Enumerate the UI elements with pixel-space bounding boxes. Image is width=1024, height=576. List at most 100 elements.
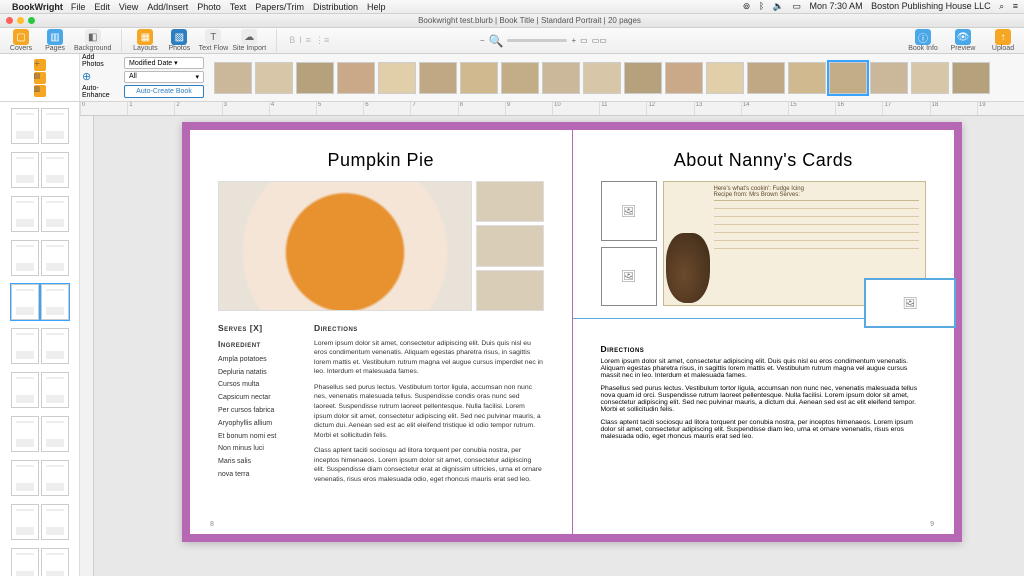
battery-icon[interactable]: ▭	[793, 1, 802, 11]
covers-button[interactable]: ▢Covers	[6, 29, 36, 52]
right-page[interactable]: About Nanny's Cards 🖼 🖼 Here's what's co…	[573, 130, 955, 534]
list-icon[interactable]: ⋮≡	[315, 35, 329, 46]
filter-select[interactable]: All▾	[124, 71, 204, 83]
photo-thumb[interactable]	[255, 62, 293, 94]
photos-button[interactable]: ▧Photos	[164, 29, 194, 52]
menu-help[interactable]: Help	[367, 2, 386, 12]
align-icon[interactable]: ≡	[306, 35, 311, 46]
serves-heading[interactable]: Serves [X]	[218, 323, 298, 335]
bluetooth-icon[interactable]: ᛒ	[759, 1, 764, 11]
image-slot-2[interactable]: 🖼	[601, 247, 657, 307]
menu-distribution[interactable]: Distribution	[313, 2, 358, 12]
photo-thumb[interactable]	[870, 62, 908, 94]
photo-thumb[interactable]	[378, 62, 416, 94]
directions-heading-right[interactable]: Directions	[601, 344, 927, 354]
directions-heading-left[interactable]: Directions	[314, 323, 544, 335]
add-photos-plus[interactable]: ⊕	[82, 70, 118, 83]
page-spread[interactable]: Pumpkin Pie Serves [X] Ingredient	[182, 122, 962, 542]
menu-papers-trim[interactable]: Papers/Trim	[255, 2, 304, 12]
wifi-icon[interactable]: ⊚	[743, 1, 751, 11]
photo-thumb[interactable]	[665, 62, 703, 94]
user-company[interactable]: Boston Publishing House LLC	[871, 1, 991, 11]
side-photo-1[interactable]	[476, 181, 544, 222]
page-thumb[interactable]	[4, 548, 75, 576]
left-page[interactable]: Pumpkin Pie Serves [X] Ingredient	[190, 130, 572, 534]
photo-thumb[interactable]	[214, 62, 252, 94]
auto-create-book-button[interactable]: Auto-Create Book	[124, 85, 204, 98]
bold-icon[interactable]: B	[289, 35, 295, 46]
photo-thumb[interactable]	[460, 62, 498, 94]
menu-edit[interactable]: Edit	[94, 2, 110, 12]
notifications-icon[interactable]: ≡	[1013, 1, 1018, 11]
photo-strip[interactable]	[208, 54, 1024, 101]
minimize-window-button[interactable]	[17, 17, 24, 24]
page-thumb[interactable]	[4, 284, 75, 320]
ingredient-item[interactable]: Et bonum nomi est	[218, 432, 298, 442]
text-flow-button[interactable]: TText Flow	[198, 29, 228, 52]
volume-icon[interactable]: 🔈	[773, 1, 784, 11]
layout-toggle-1[interactable]: ▤	[34, 72, 46, 84]
menu-file[interactable]: File	[71, 2, 86, 12]
photo-thumb[interactable]	[419, 62, 457, 94]
add-page-button[interactable]: ＋	[34, 59, 46, 71]
menu-photo[interactable]: Photo	[197, 2, 221, 12]
ingredient-item[interactable]: Cursos multa	[218, 380, 298, 390]
page-thumb[interactable]	[4, 416, 75, 452]
page-thumb[interactable]	[4, 240, 75, 276]
selected-image-slot[interactable]: 🖼	[864, 278, 956, 328]
right-para-1[interactable]: Lorem ipsum dolor sit amet, consectetur …	[601, 358, 927, 379]
pumpkin-pie-photo[interactable]	[218, 181, 472, 311]
photo-thumb[interactable]	[542, 62, 580, 94]
image-slot-1[interactable]: 🖼	[601, 181, 657, 241]
photo-thumb[interactable]	[788, 62, 826, 94]
photo-thumb[interactable]	[747, 62, 785, 94]
ingredient-item[interactable]: Non minus luci	[218, 444, 298, 454]
layout-toggle-2[interactable]: ▥	[34, 85, 46, 97]
page-thumb[interactable]	[4, 152, 75, 188]
clock[interactable]: Mon 7:30 AM	[810, 1, 863, 11]
directions-para-1[interactable]: Lorem ipsum dolor sit amet, consectetur …	[314, 339, 544, 377]
page-thumb[interactable]	[4, 372, 75, 408]
layouts-button[interactable]: ▦Layouts	[130, 29, 160, 52]
upload-button[interactable]: ↑Upload	[988, 29, 1018, 52]
photo-thumb[interactable]	[583, 62, 621, 94]
page-thumb[interactable]	[4, 328, 75, 364]
ingredient-item[interactable]: Ampla potatoes	[218, 355, 298, 365]
pages-button[interactable]: ▥Pages	[40, 29, 70, 52]
zoom-window-button[interactable]	[28, 17, 35, 24]
ingredient-item[interactable]: Maris salis	[218, 457, 298, 467]
photo-thumb[interactable]	[296, 62, 334, 94]
menu-text[interactable]: Text	[230, 2, 247, 12]
right-para-3[interactable]: Class aptent taciti sociosqu ad litora t…	[601, 419, 927, 440]
book-info-button[interactable]: ⓘBook Info	[908, 29, 938, 52]
directions-para-3[interactable]: Class aptent taciti sociosqu ad litora t…	[314, 446, 544, 484]
ingredient-item[interactable]: Depluria natatis	[218, 368, 298, 378]
fit-page-icon[interactable]: ▭	[580, 36, 588, 45]
app-name[interactable]: BookWright	[12, 2, 63, 12]
canvas-area[interactable]: 012345678910111213141516171819 Pumpkin P…	[80, 102, 1024, 576]
menu-view[interactable]: View	[119, 2, 138, 12]
page-thumb[interactable]	[4, 196, 75, 232]
page-thumb[interactable]	[4, 460, 75, 496]
photo-thumb[interactable]	[337, 62, 375, 94]
zoom-control[interactable]: −🔍+ ▭ ▭▭	[480, 34, 607, 48]
directions-para-2[interactable]: Phasellus sed purus lectus. Vestibulum t…	[314, 383, 544, 440]
left-page-title[interactable]: Pumpkin Pie	[218, 150, 544, 171]
right-para-2[interactable]: Phasellus sed purus lectus. Vestibulum t…	[601, 385, 927, 413]
ingredient-item[interactable]: Per cursos fabrica	[218, 406, 298, 416]
page-thumbnails[interactable]	[0, 102, 80, 576]
photo-thumb[interactable]	[911, 62, 949, 94]
fit-spread-icon[interactable]: ▭▭	[592, 36, 607, 45]
ingredient-item[interactable]: nova terra	[218, 470, 298, 480]
sort-select[interactable]: Modified Date ▾	[124, 57, 204, 69]
photo-thumb[interactable]	[952, 62, 990, 94]
spotlight-icon[interactable]: ⌕	[999, 1, 1004, 11]
side-photo-3[interactable]	[476, 270, 544, 311]
ingredient-item[interactable]: Capsicum nectar	[218, 393, 298, 403]
ingredient-item[interactable]: Aryophyllis allium	[218, 419, 298, 429]
photo-thumb[interactable]	[829, 62, 867, 94]
background-button[interactable]: ◧Background	[74, 29, 111, 52]
preview-button[interactable]: 👁Preview	[948, 29, 978, 52]
italic-icon[interactable]: I	[299, 35, 302, 46]
menu-add-insert[interactable]: Add/Insert	[147, 2, 188, 12]
